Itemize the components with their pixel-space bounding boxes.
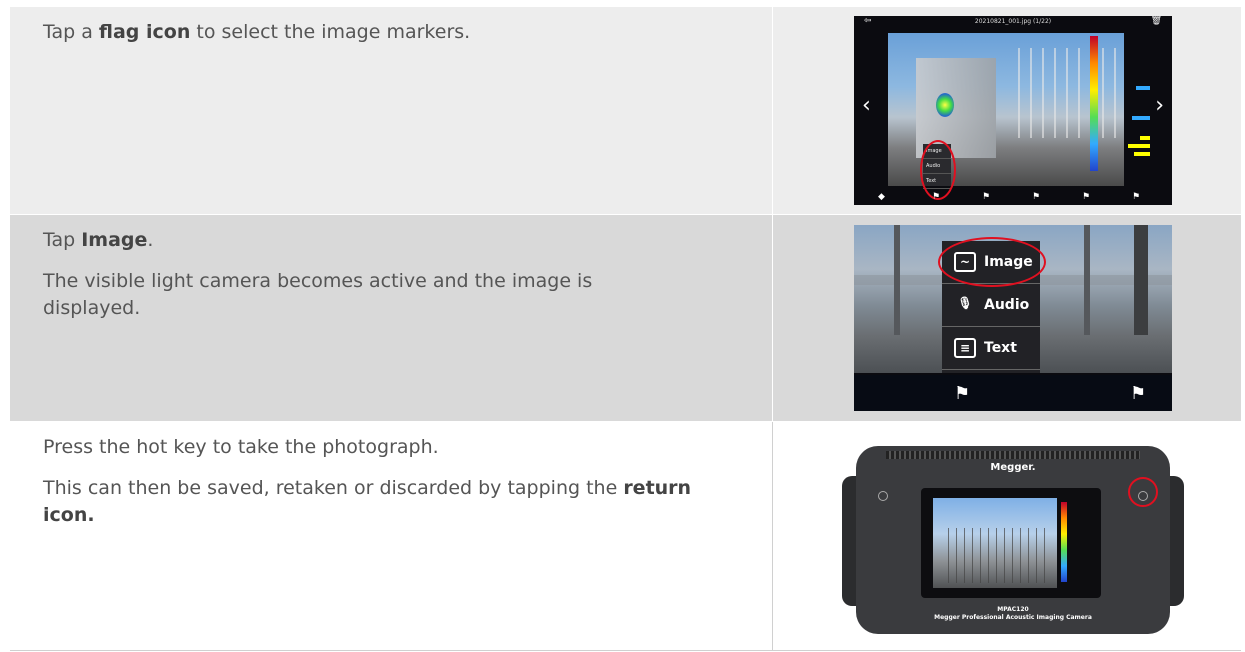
instruction-text: Press the hot key to take the photograph…: [43, 436, 439, 458]
note-icon: ≡: [954, 338, 976, 358]
camera-device-photo: Megger. MPAC120 Megger Professional Acou…: [842, 436, 1184, 634]
post: [1134, 225, 1148, 335]
screen-photo: [933, 498, 1057, 588]
flag-icon: ⚑: [1132, 192, 1141, 202]
table-row: Tap a flag icon to select the image mark…: [10, 7, 1241, 215]
brand-logo: Megger.: [990, 462, 1036, 473]
photo-cell: Megger. MPAC120 Megger Professional Acou…: [772, 422, 1242, 650]
flag-icon: ⚑: [982, 192, 991, 202]
flag-icon: ⚑: [1032, 192, 1041, 202]
color-scale: [1090, 36, 1098, 171]
flag-icon: ⚑: [1082, 192, 1091, 202]
instruction-cell: Tap Image. The visible light camera beco…: [10, 215, 772, 421]
instruction-text: The visible light camera becomes active …: [43, 270, 593, 319]
lattice-structure: [941, 528, 1051, 583]
device-body: Megger. MPAC120 Megger Professional Acou…: [856, 446, 1170, 634]
menu-label: Audio: [984, 297, 1030, 313]
screenshot-cell: ~ Image 🎙 Audio ≡ Text ⚑ ⚑: [772, 215, 1242, 421]
previous-arrow-icon: ‹: [862, 93, 871, 118]
hot-key-icon: [878, 491, 888, 501]
transformer: [916, 58, 996, 158]
model-name: MPAC120: [997, 606, 1029, 613]
bottom-bar: ◆ ⚑ ⚑ ⚑ ⚑ ⚑: [854, 190, 1172, 205]
bold-term: flag icon: [98, 21, 191, 43]
instruction-text: Tap a flag icon to select the image mark…: [43, 19, 772, 46]
table-row: Press the hot key to take the photograph…: [10, 422, 1241, 651]
highlight-circle: [938, 237, 1046, 287]
text-segment: to select the image markers.: [190, 21, 471, 43]
model-subtitle: Megger Professional Acoustic Imaging Cam…: [934, 614, 1092, 621]
menu-label: Text: [984, 340, 1017, 356]
vent-grille: [886, 451, 1140, 459]
text-segment: .: [147, 229, 154, 251]
flag-icon: ⚑: [1130, 383, 1147, 404]
text-segment: Tap a: [43, 21, 99, 43]
device-screen: [921, 488, 1101, 598]
trash-icon: 🗑: [1150, 16, 1162, 26]
instruction-table: Tap a flag icon to select the image mark…: [10, 7, 1241, 651]
device-model: MPAC120 Megger Professional Acoustic Ima…: [856, 606, 1170, 622]
text-segment: This can then be saved, retaken or disca…: [43, 477, 624, 499]
flag-icon: ⚑: [954, 383, 971, 404]
playback-screenshot: 20210821_001.jpg (1/22) ⇦ 🗑 ‹ › Image Au…: [854, 16, 1172, 205]
bottom-bar: ⚑ ⚑: [854, 375, 1172, 411]
lattice-structure: [1008, 48, 1118, 138]
screen-title: 20210821_001.jpg (1/22): [974, 18, 1052, 25]
screenshot-cell: 20210821_001.jpg (1/22) ⇦ 🗑 ‹ › Image Au…: [772, 7, 1242, 214]
menu-item-text: ≡ Text: [942, 327, 1040, 370]
color-scale: [1061, 502, 1067, 582]
flag-icon: ⚑: [932, 192, 941, 202]
tag-icon: ◆: [878, 192, 885, 202]
table-row: Tap Image. The visible light camera beco…: [10, 215, 1241, 422]
spectrum-bars: [1116, 86, 1150, 166]
instruction-cell: Tap a flag icon to select the image mark…: [10, 7, 772, 214]
microphone-icon: 🎙: [957, 296, 973, 310]
instruction-text: This can then be saved, retaken or disca…: [43, 475, 743, 529]
instruction-text: Tap Image.: [43, 227, 772, 254]
return-icon: ⇦: [864, 16, 872, 26]
highlight-circle: [1128, 477, 1158, 507]
text-segment: Tap: [43, 229, 82, 251]
post: [894, 225, 900, 335]
heat-spot: [936, 93, 954, 117]
menu-item-audio: 🎙 Audio: [942, 284, 1040, 327]
bold-term: Image: [81, 229, 148, 251]
marker-menu-screenshot: ~ Image 🎙 Audio ≡ Text ⚑ ⚑: [854, 225, 1172, 411]
next-arrow-icon: ›: [1155, 93, 1164, 118]
instruction-cell: Press the hot key to take the photograph…: [10, 422, 772, 650]
post: [1084, 225, 1090, 335]
